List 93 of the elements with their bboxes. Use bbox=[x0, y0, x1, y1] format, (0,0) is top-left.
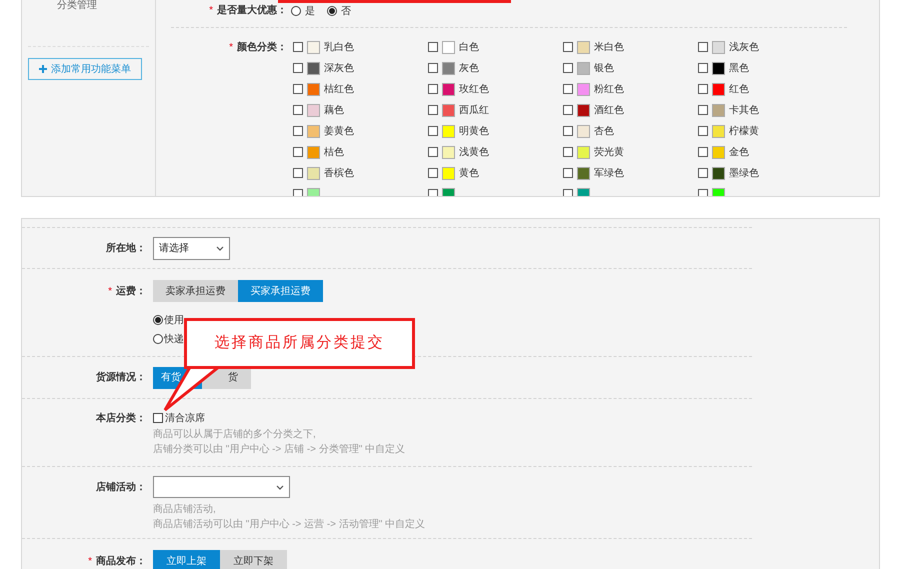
hint-text: 店铺分类可以由 "用户中心 -> 店铺 -> 分类管理" 中自定义 bbox=[153, 442, 406, 457]
required-mark: * bbox=[88, 554, 92, 568]
toggle-button[interactable]: 买家承担运费 bbox=[238, 280, 323, 302]
chevron-icon bbox=[216, 246, 224, 250]
checkbox[interactable] bbox=[428, 42, 438, 52]
checkbox[interactable] bbox=[698, 189, 708, 196]
required-mark: * bbox=[108, 284, 112, 298]
toggle-button[interactable]: 立即下架 bbox=[220, 550, 287, 569]
field-label: 所在地： bbox=[106, 242, 146, 256]
checkbox-label: 清合凉席 bbox=[165, 412, 205, 426]
color-name: 银色 bbox=[594, 62, 614, 76]
color-name: 白色 bbox=[459, 40, 479, 54]
checkbox[interactable] bbox=[563, 147, 573, 157]
toggle-button[interactable]: 卖家承担运费 bbox=[153, 280, 238, 302]
color-name: 柠檬黄 bbox=[729, 124, 759, 138]
hint-text: 商品可以从属于店铺的多个分类之下, bbox=[153, 428, 317, 442]
color-name: 卡其色 bbox=[729, 104, 759, 118]
color-name: 桔色 bbox=[324, 146, 344, 160]
checkbox[interactable] bbox=[428, 168, 438, 178]
field-label: 是否量大优惠： bbox=[217, 4, 287, 18]
checkbox[interactable] bbox=[563, 105, 573, 115]
checkbox[interactable] bbox=[563, 84, 573, 94]
plus-icon bbox=[39, 65, 47, 73]
field-label: 本店分类： bbox=[96, 411, 146, 426]
color-name: 姜黄色 bbox=[324, 124, 354, 138]
checkbox[interactable] bbox=[428, 105, 438, 115]
field-label: 运费： bbox=[116, 284, 146, 298]
checkbox[interactable] bbox=[293, 189, 303, 196]
color-name: 荧光黄 bbox=[594, 146, 624, 160]
color-name: 墨绿色 bbox=[729, 166, 759, 180]
checkbox[interactable] bbox=[428, 189, 438, 196]
radio-option[interactable]: 是 bbox=[291, 4, 315, 18]
color-name: 深灰色 bbox=[324, 62, 354, 76]
color-name: 藕色 bbox=[324, 104, 344, 118]
color-name: 杏色 bbox=[594, 124, 614, 138]
checkbox[interactable] bbox=[698, 126, 708, 136]
checkbox[interactable] bbox=[153, 413, 163, 423]
checkbox[interactable] bbox=[698, 147, 708, 157]
color-name: 红色 bbox=[729, 82, 749, 96]
checkbox[interactable] bbox=[293, 147, 303, 157]
checkbox[interactable] bbox=[293, 42, 303, 52]
color-name: 灰色 bbox=[459, 62, 479, 76]
checkbox[interactable] bbox=[563, 168, 573, 178]
radio-option[interactable]: 否 bbox=[327, 4, 351, 18]
radio-option[interactable]: 使用 bbox=[153, 314, 184, 326]
color-name: 黄色 bbox=[459, 166, 479, 180]
checkbox[interactable] bbox=[428, 84, 438, 94]
checkbox[interactable] bbox=[293, 105, 303, 115]
checkbox[interactable] bbox=[698, 63, 708, 73]
checkbox[interactable] bbox=[698, 84, 708, 94]
checkbox[interactable] bbox=[293, 84, 303, 94]
checkbox[interactable] bbox=[698, 168, 708, 178]
checkbox[interactable] bbox=[698, 42, 708, 52]
activity-select[interactable] bbox=[153, 476, 290, 498]
color-name: 金色 bbox=[729, 146, 749, 160]
location-select[interactable]: 请选择 bbox=[153, 236, 230, 260]
field-label: 店铺活动： bbox=[96, 480, 146, 494]
checkbox[interactable] bbox=[428, 126, 438, 136]
field-label: 货源情况： bbox=[96, 370, 146, 385]
checkbox[interactable] bbox=[563, 126, 573, 136]
color-name: 黑色 bbox=[729, 62, 749, 76]
checkbox[interactable] bbox=[563, 63, 573, 73]
hint-text: 商品店铺活动可以由 "用户中心 -> 运营 -> 活动管理" 中自定义 bbox=[153, 518, 426, 532]
checkbox[interactable] bbox=[428, 63, 438, 73]
field-label: 商品发布： bbox=[96, 554, 146, 568]
radio-option[interactable]: 快递 bbox=[153, 333, 184, 345]
color-name: 玫红色 bbox=[459, 82, 489, 96]
color-name: 粉红色 bbox=[594, 82, 624, 96]
color-name: 西瓜红 bbox=[459, 104, 489, 118]
color-name: 桔红色 bbox=[324, 82, 354, 96]
checkbox[interactable] bbox=[293, 168, 303, 178]
toggle-button[interactable]: 立即上架 bbox=[153, 550, 220, 569]
checkbox[interactable] bbox=[563, 42, 573, 52]
color-name: 香槟色 bbox=[324, 166, 354, 180]
callout-text: 选择商品所属分类提交 bbox=[214, 333, 384, 354]
checkbox[interactable] bbox=[563, 189, 573, 196]
color-name: 军绿色 bbox=[594, 166, 624, 180]
color-name: 浅黄色 bbox=[459, 146, 489, 160]
color-name: 酒红色 bbox=[594, 104, 624, 118]
checkbox[interactable] bbox=[293, 63, 303, 73]
color-name: 乳白色 bbox=[324, 40, 354, 54]
checkbox[interactable] bbox=[698, 105, 708, 115]
color-name: 明黄色 bbox=[459, 124, 489, 138]
color-name: 米白色 bbox=[594, 40, 624, 54]
hint-text: 商品店铺活动, bbox=[153, 502, 217, 517]
checkbox[interactable] bbox=[428, 147, 438, 157]
required-mark: * bbox=[229, 40, 233, 54]
chevron-icon bbox=[276, 484, 284, 490]
sidebar-item[interactable]: 分类管理 bbox=[28, 0, 149, 46]
required-mark: * bbox=[209, 4, 213, 18]
color-name: 浅灰色 bbox=[729, 40, 759, 54]
checkbox[interactable] bbox=[293, 126, 303, 136]
field-label: 颜色分类： bbox=[237, 40, 287, 54]
